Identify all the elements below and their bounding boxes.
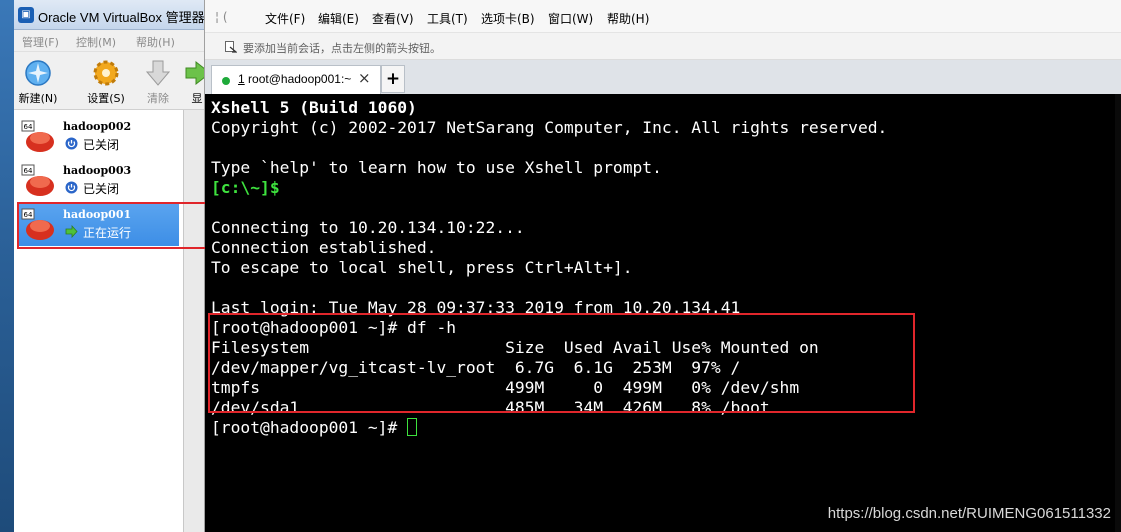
show-label: 显: [191, 92, 203, 105]
gear-icon: [93, 60, 119, 86]
svg-text:64: 64: [24, 167, 33, 175]
local-prompt: [c:\~]$: [211, 178, 280, 197]
final-prompt: [root@hadoop001 ~]#: [211, 418, 408, 437]
vm-name: hadoop002: [63, 120, 132, 133]
terminal-scrollbar[interactable]: [1115, 94, 1121, 532]
menu-window[interactable]: 窗口(W): [548, 10, 593, 27]
vm-item-hadoop002[interactable]: 64 hadoop002 已关闭: [17, 116, 179, 158]
vm-item-hadoop003[interactable]: 64 hadoop003 已关闭: [17, 160, 179, 202]
vbox-window-title: Oracle VM VirtualBox 管理器: [38, 10, 205, 25]
new-star-icon: [25, 60, 51, 86]
discard-label: 清除: [147, 92, 169, 105]
settings-label: 设置(S): [87, 92, 125, 105]
vbox-menu-manage[interactable]: 管理(F): [22, 34, 59, 50]
final-prompt-line: [root@hadoop001 ~]#: [211, 418, 418, 438]
vbox-menu-bar: 管理(F) 控制(M) 帮助(H): [14, 30, 204, 52]
terminal-connecting: Connecting to 10.20.134.10:22...: [211, 218, 525, 237]
menu-grip: ¦ (: [215, 10, 228, 24]
new-tab-button[interactable]: +: [381, 65, 405, 93]
show-button[interactable]: 显: [182, 56, 204, 108]
session-tab[interactable]: 1 root@hadoop001:~ ×: [211, 65, 381, 94]
vbox-menu-control[interactable]: 控制(M): [76, 34, 116, 50]
connected-status-icon: [222, 77, 230, 85]
new-vm-label: 新建(N): [18, 92, 58, 105]
address-hint: 要添加当前会话，点击左侧的箭头按钮。: [243, 42, 441, 55]
vm-status: 已关闭: [83, 138, 120, 152]
settings-button[interactable]: 设置(S): [82, 56, 130, 108]
vm-list-scrollbar[interactable]: [184, 110, 204, 532]
terminal-banner: Xshell 5 (Build 1060): [211, 98, 417, 117]
session-tab-bar: 1 root@hadoop001:~ × +: [205, 60, 1121, 94]
xshell-menu-bar: ¦ ( 文件(F) 编辑(E) 查看(V) 工具(T) 选项卡(B) 窗口(W)…: [205, 0, 1121, 32]
watermark: https://blog.csdn.net/RUIMENG061511332: [827, 505, 1111, 522]
session-tab-label: 1 root@hadoop001:~: [238, 72, 352, 86]
power-off-icon: [65, 137, 78, 150]
menu-tools[interactable]: 工具(T): [427, 10, 468, 27]
terminal-cursor: [407, 418, 418, 436]
menu-view[interactable]: 查看(V): [372, 10, 414, 27]
xshell-window: ¦ ( 文件(F) 编辑(E) 查看(V) 工具(T) 选项卡(B) 窗口(W)…: [205, 0, 1121, 532]
terminal-help-line: Type `help' to learn how to use Xshell p…: [211, 158, 662, 177]
vm-os-icon: 64: [21, 120, 54, 152]
address-bar: 要添加当前会话，点击左侧的箭头按钮。: [205, 32, 1121, 60]
vm-list: 64 hadoop002 已关闭 64 hadoop003 已关闭 64 had…: [14, 110, 184, 532]
menu-file[interactable]: 文件(F): [265, 10, 305, 27]
power-off-icon: [65, 181, 78, 194]
close-tab-icon[interactable]: ×: [358, 69, 371, 87]
svg-text:64: 64: [24, 123, 33, 131]
menu-tabs[interactable]: 选项卡(B): [481, 10, 535, 27]
highlight-box-df: [208, 313, 915, 413]
vbox-toolbar: 新建(N) 设置(S) 清除 显: [14, 52, 204, 110]
terminal[interactable]: Xshell 5 (Build 1060) Copyright (c) 2002…: [205, 94, 1121, 532]
down-arrow-icon: [145, 60, 171, 86]
vm-status: 已关闭: [83, 182, 120, 196]
vbox-menu-help[interactable]: 帮助(H): [136, 34, 175, 50]
terminal-established: Connection established.: [211, 238, 437, 257]
menu-help[interactable]: 帮助(H): [607, 10, 649, 27]
vm-name: hadoop003: [63, 164, 132, 177]
desktop-background: [0, 0, 14, 532]
menu-edit[interactable]: 编辑(E): [318, 10, 359, 27]
virtualbox-window: ▣ Oracle VM VirtualBox 管理器 管理(F) 控制(M) 帮…: [0, 0, 205, 532]
new-vm-button[interactable]: 新建(N): [14, 56, 62, 108]
terminal-escape-hint: To escape to local shell, press Ctrl+Alt…: [211, 258, 633, 277]
discard-button[interactable]: 清除: [134, 56, 182, 108]
terminal-copyright: Copyright (c) 2002-2017 NetSarang Comput…: [211, 118, 888, 137]
vm-os-icon: 64: [21, 164, 54, 196]
virtualbox-logo-icon: ▣: [18, 7, 34, 23]
arrow-right-icon: [185, 60, 204, 86]
highlight-box-vm: [17, 202, 218, 249]
add-session-arrow-icon[interactable]: [225, 41, 237, 53]
vbox-title-bar: ▣ Oracle VM VirtualBox 管理器: [14, 0, 205, 30]
